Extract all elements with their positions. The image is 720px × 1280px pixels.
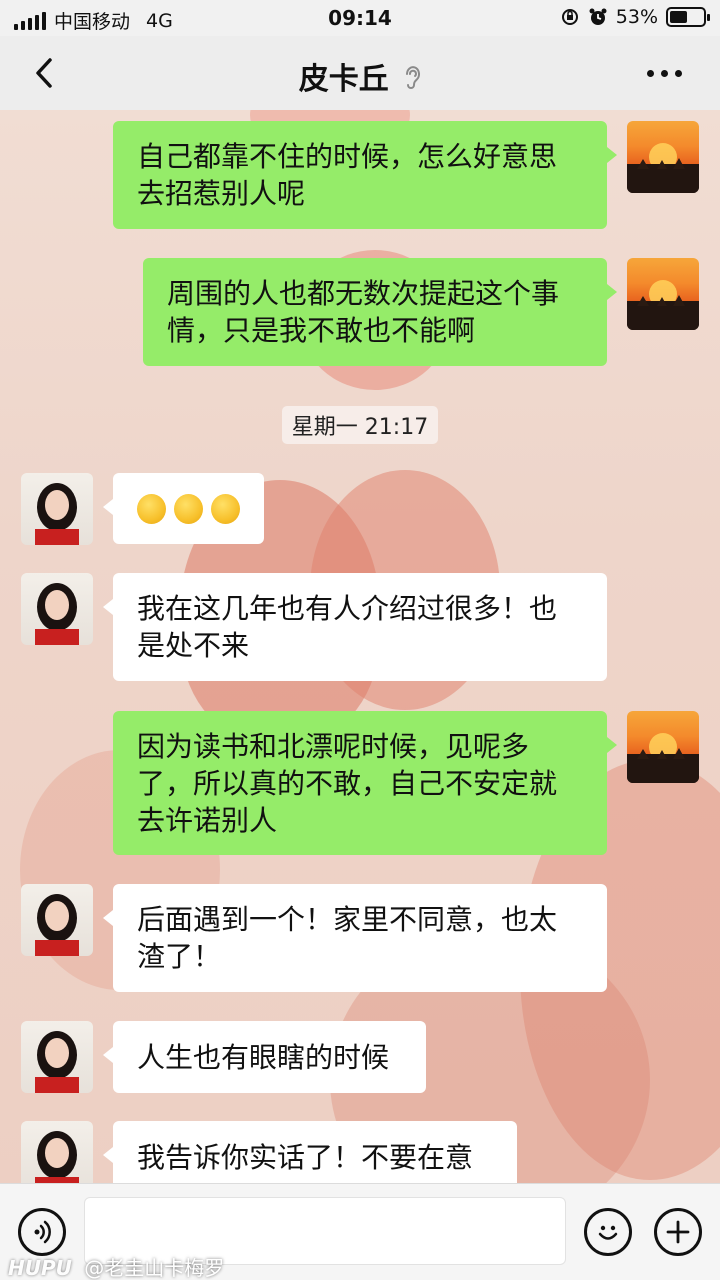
message-text: 我在这几年也有人介绍过很多！也	[137, 592, 558, 625]
status-bar: 中国移动 4G 09:14 53%	[0, 0, 720, 36]
message-bubble-peer[interactable]	[103, 473, 264, 544]
signal-icon	[14, 11, 46, 30]
rotation-lock-icon	[560, 7, 580, 27]
message-text: 人生也有眼瞎的时候	[137, 1040, 390, 1074]
more-icon	[647, 70, 654, 77]
watermark: HUPU @老圭山卡梅罗	[8, 1252, 224, 1280]
voice-button[interactable]	[18, 1208, 66, 1256]
message-text: 后面遇到一个！家里不同意，也太	[137, 903, 558, 936]
chat-title: 皮卡丘	[298, 62, 389, 97]
network-label: 4G	[146, 9, 173, 32]
message-text: 去许诺别人	[137, 803, 278, 837]
alarm-icon	[588, 7, 608, 27]
thinking-face-icon	[211, 493, 240, 524]
plus-icon	[666, 1220, 690, 1244]
peer-avatar[interactable]	[21, 573, 93, 645]
peer-avatar[interactable]	[21, 473, 93, 545]
chat-header: 皮卡丘	[0, 36, 720, 110]
message-text: 自己都靠不住的时候，怎么好意思	[137, 140, 558, 173]
emoji-row	[137, 493, 240, 524]
thinking-face-icon	[174, 493, 203, 524]
message-bubble-peer[interactable]: 我在这几年也有人介绍过很多！也 是处不来	[103, 573, 607, 681]
message-bubble-self[interactable]: 周围的人也都无数次提起这个事 情，只是我不敢也不能啊	[143, 258, 617, 366]
chevron-left-icon	[36, 58, 52, 88]
ear-icon	[403, 63, 421, 98]
thinking-face-icon	[137, 493, 166, 524]
message-text: 情，只是我不敢也不能啊	[167, 314, 476, 347]
message-text: 我告诉你实话了！不要在意	[137, 1140, 474, 1174]
message-text: 渣了！	[137, 940, 222, 973]
self-avatar[interactable]	[627, 121, 699, 193]
emoji-icon	[598, 1225, 618, 1240]
chat-timestamp: 星期一 21:17	[282, 406, 438, 444]
self-avatar[interactable]	[627, 258, 699, 330]
emoji-button[interactable]	[584, 1208, 632, 1256]
carrier-label: 中国移动	[54, 11, 131, 33]
message-text: 了，所以真的不敢，自己不安定就	[137, 766, 558, 800]
message-text: 因为读书和北漂呢时候，见呢多	[137, 729, 530, 763]
message-bubble-peer[interactable]: 后面遇到一个！家里不同意，也太 渣了！	[103, 884, 607, 992]
watermark-logo: HUPU	[8, 1256, 72, 1280]
battery-icon	[666, 7, 710, 27]
message-bubble-peer[interactable]: 人生也有眼瞎的时候	[103, 1021, 426, 1093]
self-avatar[interactable]	[627, 711, 699, 783]
message-text: 周围的人也都无数次提起这个事	[167, 277, 560, 310]
more-button[interactable]	[647, 70, 682, 77]
watermark-text: @老圭山卡梅罗	[84, 1256, 225, 1280]
peer-avatar[interactable]	[21, 1021, 93, 1093]
message-bubble-self[interactable]: 因为读书和北漂呢时候，见呢多 了，所以真的不敢，自己不安定就 去许诺别人	[113, 711, 617, 855]
voice-icon	[34, 1220, 51, 1244]
message-text: 去招惹别人呢	[137, 177, 306, 210]
message-text: 是处不来	[137, 629, 250, 662]
back-button[interactable]	[30, 56, 62, 90]
plus-button[interactable]	[654, 1208, 702, 1256]
message-bubble-self[interactable]: 自己都靠不住的时候，怎么好意思 去招惹别人呢	[113, 121, 617, 229]
peer-avatar[interactable]	[21, 884, 93, 956]
battery-percent: 53%	[615, 6, 658, 28]
